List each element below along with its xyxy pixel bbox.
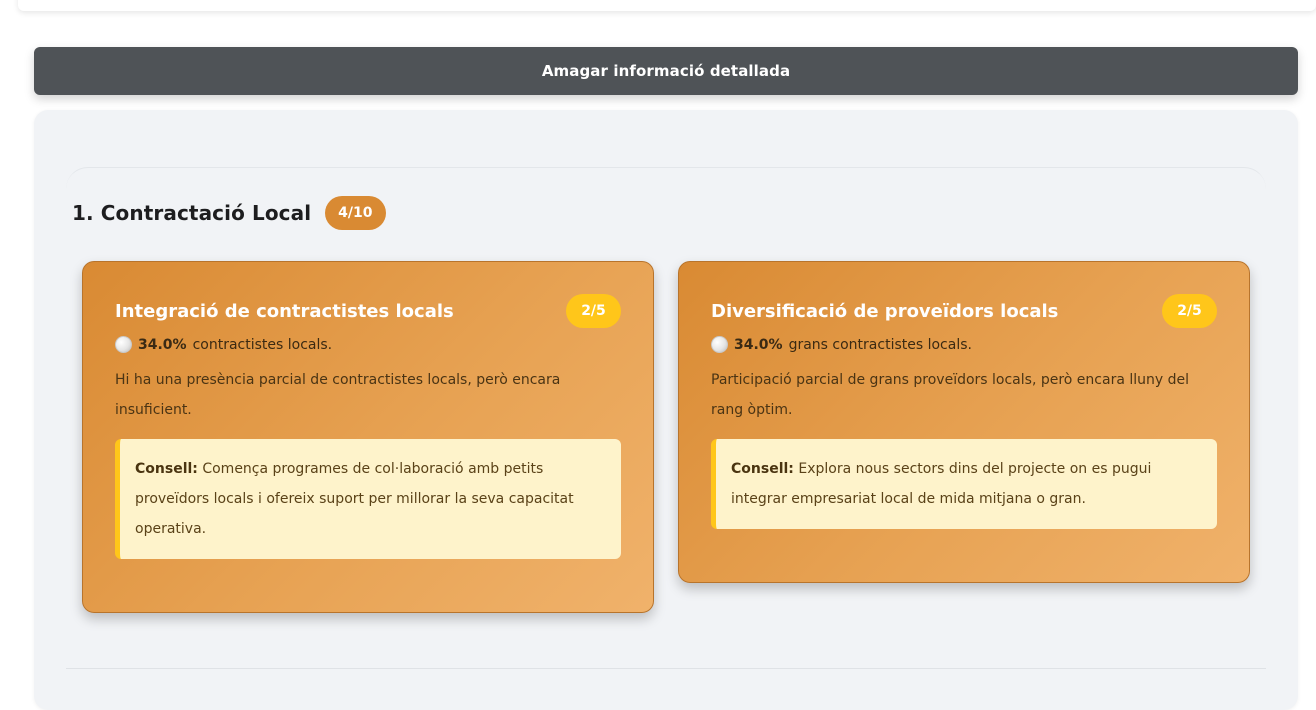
card-title: Integració de contractistes locals — [115, 300, 454, 322]
hide-details-button[interactable]: Amagar informació detallada — [34, 47, 1298, 95]
indicator-card: Diversificació de proveïdors locals 2/5 … — [678, 261, 1250, 583]
tip-box: Consell: Explora nous sectors dins del p… — [711, 439, 1217, 529]
tip-label: Consell: — [731, 461, 794, 477]
status-dot-icon — [115, 336, 132, 353]
section-divider — [66, 668, 1266, 669]
stat-text: contractistes locals. — [192, 336, 333, 353]
card-stat: 34.0% grans contractistes locals. — [711, 336, 1217, 353]
card-title: Diversificació de proveïdors locals — [711, 300, 1059, 322]
tip-text: Comença programes de col·laboració amb p… — [135, 461, 574, 537]
card-header: Integració de contractistes locals 2/5 — [115, 294, 621, 328]
details-panel: 1. Contractació Local 4/10 Integració de… — [34, 110, 1298, 710]
status-dot-icon — [711, 336, 728, 353]
stat-text: grans contractistes locals. — [788, 336, 972, 353]
tip-label: Consell: — [135, 461, 198, 477]
tip-text: Explora nous sectors dins del projecte o… — [731, 461, 1152, 507]
card-description: Participació parcial de grans proveïdors… — [711, 372, 1190, 418]
card-header: Diversificació de proveïdors locals 2/5 — [711, 294, 1217, 328]
card-stat: 34.0% contractistes locals. — [115, 336, 621, 353]
previous-card-edge — [18, 0, 1316, 11]
section-score-badge: 4/10 — [325, 196, 386, 230]
tip-box: Consell: Comença programes de col·labora… — [115, 439, 621, 559]
hide-details-label: Amagar informació detallada — [541, 62, 791, 80]
card-description: Hi ha una presència parcial de contracti… — [115, 372, 561, 418]
stat-value: 34.0% — [734, 336, 783, 353]
section-header: 1. Contractació Local 4/10 — [72, 196, 386, 230]
indicator-card: Integració de contractistes locals 2/5 3… — [82, 261, 654, 613]
section-title: 1. Contractació Local — [72, 201, 312, 225]
stat-value: 34.0% — [138, 336, 187, 353]
card-score-badge: 2/5 — [1162, 294, 1217, 328]
card-score-badge: 2/5 — [566, 294, 621, 328]
